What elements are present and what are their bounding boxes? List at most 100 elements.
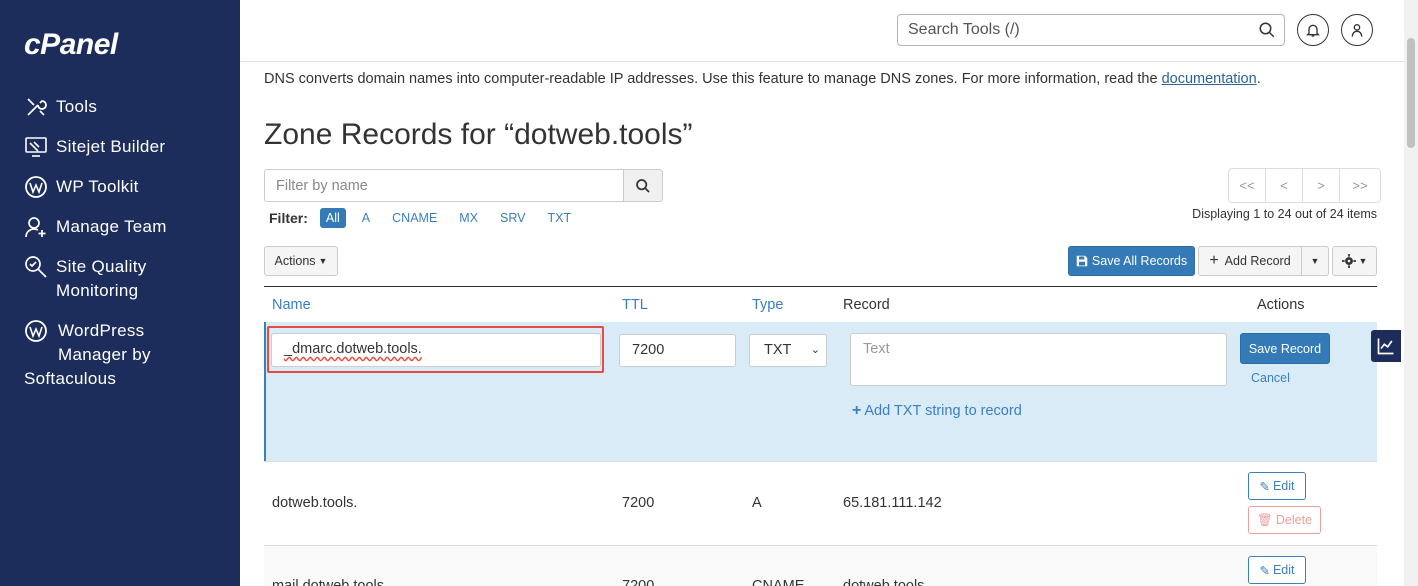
record-type-select[interactable]: TXT ⌄ [749,334,827,367]
plus-icon: + [852,402,862,419]
scroll-thumb[interactable] [1407,38,1415,148]
ttl-input[interactable]: 7200 [619,334,736,367]
sidebar-item-softaculous[interactable]: Softaculous [24,367,116,391]
sidebar-item-label: Manage Team [56,217,167,236]
table-row [264,546,1377,586]
filter-chip-all[interactable]: All [319,208,346,228]
description-text: DNS converts domain names into computer-… [264,71,1162,87]
save-all-records-button[interactable]: Save All Records [1068,246,1195,276]
wordpress-icon [24,319,48,343]
gear-icon [1341,254,1356,268]
top-bar: Search Tools (/) [240,0,1404,62]
filter-chip-a[interactable]: A [356,208,376,228]
notifications-button[interactable] [1297,14,1329,46]
record-name: dotweb.tools. [272,495,358,511]
add-record-button[interactable]: + Add Record [1198,246,1302,276]
actions-dropdown-button[interactable]: Actions ▼ [264,246,338,276]
team-icon [24,215,48,239]
sidebar-item-wordpress-manager[interactable]: WordPress Manager by [24,319,151,367]
page-title: Zone Records for “dotweb.tools” [264,118,693,151]
search-placeholder: Search Tools (/) [908,21,1020,38]
pencil-icon: ✎ [1259,563,1270,578]
add-txt-string-link[interactable]: + Add TXT string to record [852,402,1022,420]
sidebar: cPanel Tools Sitejet Builder WP Toolkit … [0,0,240,586]
last-page-button[interactable]: >> [1340,169,1380,202]
record-value: 65.181.111.142 [843,495,942,511]
page-scrollbar[interactable] [1404,0,1418,586]
sidebar-item-label: Softaculous [24,369,117,388]
caret-down-icon: ▼ [318,256,328,266]
filter-chip-cname[interactable]: CNAME [386,208,443,228]
edit-label: Edit [1272,563,1295,577]
pagination: << < > >> [1228,168,1381,203]
edit-label: Edit [1272,479,1295,493]
filter-chip-mx[interactable]: MX [453,208,484,228]
search-icon[interactable] [1258,21,1276,39]
filter-types: Filter: All A CNAME MX SRV TXT [269,208,587,228]
record-placeholder: Text [863,341,890,357]
displaying-count: Displaying 1 to 24 out of 24 items [1192,207,1377,221]
wordpress-icon [24,175,48,199]
user-menu-button[interactable] [1341,14,1373,46]
sidebar-item-label: Site Quality Monitoring [56,257,147,300]
record-type: CNAME [752,578,805,586]
record-ttl: 7200 [622,495,655,511]
edit-button[interactable]: ✎ Edit [1248,556,1306,584]
description-end: . [1256,71,1261,87]
sidebar-item-wp-toolkit[interactable]: WP Toolkit [24,175,139,199]
sidebar-item-label: Sitejet Builder [56,137,166,156]
column-header-record: Record [843,297,890,313]
delete-button[interactable]: 🗑 Delete [1248,506,1321,534]
filter-search-button[interactable] [623,169,663,202]
bell-icon [1306,24,1320,37]
save-record-label: Save Record [1248,341,1322,356]
add-record-dropdown-button[interactable]: ▼ [1301,246,1329,276]
filter-chip-txt[interactable]: TXT [542,208,578,228]
stats-toggle-button[interactable] [1371,330,1401,362]
first-page-button[interactable]: << [1229,169,1266,202]
ttl-value: 7200 [632,342,665,358]
cancel-link[interactable]: Cancel [1251,371,1290,385]
sidebar-item-manage-team[interactable]: Manage Team [24,215,167,239]
pencil-icon: ✎ [1259,479,1270,494]
row-divider [264,461,1377,462]
record-value: dotweb.tools [843,578,925,586]
plus-icon: + [1209,252,1219,269]
filter-label: Filter: [269,210,308,226]
cpanel-logo[interactable]: cPanel [24,28,118,62]
column-header-type[interactable]: Type [752,297,783,313]
prev-page-button[interactable]: < [1266,169,1303,202]
column-header-name[interactable]: Name [272,297,311,313]
caret-down-icon: ▼ [1358,256,1368,266]
record-name: mail.dotweb.tools. [272,578,389,586]
filter-placeholder: Filter by name [276,178,368,194]
documentation-link[interactable]: documentation [1162,71,1257,87]
txt-record-textarea[interactable]: Text [850,333,1227,386]
search-icon [636,178,650,193]
delete-label: Delete [1275,513,1312,527]
filter-chip-srv[interactable]: SRV [494,208,531,228]
page-description: DNS converts domain names into computer-… [264,71,1261,87]
sitejet-icon [24,135,48,159]
add-txt-label: Add TXT string to record [864,403,1022,419]
record-ttl: 7200 [622,578,655,586]
sidebar-item-label: Tools [56,97,98,116]
edit-button[interactable]: ✎ Edit [1248,472,1306,500]
next-page-button[interactable]: > [1303,169,1340,202]
sidebar-item-sitejet[interactable]: Sitejet Builder [24,135,165,159]
column-header-ttl[interactable]: TTL [622,297,648,313]
sidebar-item-label: WordPress Manager by [58,321,151,364]
settings-dropdown-button[interactable]: ▼ [1332,246,1377,276]
chevron-down-icon: ⌄ [810,344,820,356]
type-value: TXT [764,342,792,358]
sidebar-item-site-quality[interactable]: Site Quality Monitoring [24,255,147,303]
table-header-divider [264,286,1377,287]
record-type: A [752,495,762,511]
sidebar-item-tools[interactable]: Tools [24,95,97,119]
save-record-button[interactable]: Save Record [1240,333,1330,364]
filter-by-name-input[interactable]: Filter by name [264,169,624,202]
user-icon [1351,24,1363,37]
tools-icon [24,95,48,119]
column-header-actions: Actions [1257,297,1305,313]
search-tools-input[interactable]: Search Tools (/) [897,14,1285,46]
